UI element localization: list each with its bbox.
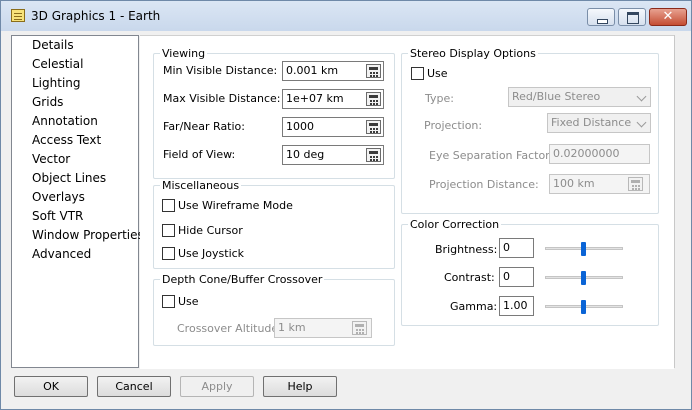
nav-item-object-lines[interactable]: Object Lines (32, 170, 106, 187)
joystick-checkbox[interactable] (162, 247, 175, 260)
depth-use-label: Use (178, 295, 199, 308)
nav-item-access-text[interactable]: Access Text (32, 132, 101, 149)
miscellaneous-legend: Miscellaneous (162, 179, 240, 192)
calculator-icon[interactable] (352, 321, 367, 335)
depth-cone-legend: Depth Cone/Buffer Crossover (162, 273, 323, 286)
field-of-view-label: Field of View: (163, 148, 236, 161)
stereo-use-label: Use (427, 67, 448, 80)
dialog-window: 3D Graphics 1 - Earth ✕ Details Celestia… (0, 0, 692, 410)
maximize-button[interactable] (618, 8, 646, 26)
crossover-altitude-label: Crossover Altitude: (177, 322, 282, 335)
nav-item-details[interactable]: Details (32, 37, 74, 54)
minimize-button[interactable] (587, 8, 615, 26)
chevron-down-icon (636, 91, 647, 102)
close-icon: ✕ (662, 9, 674, 24)
ok-button[interactable]: OK (14, 376, 88, 397)
projection-select[interactable]: Fixed Distance (547, 113, 651, 133)
wireframe-checkbox[interactable] (162, 199, 175, 212)
depth-use-checkbox[interactable] (162, 295, 175, 308)
hide-cursor-checkbox[interactable] (162, 224, 175, 237)
min-distance-label: Min Visible Distance: (163, 64, 278, 77)
wireframe-label: Use Wireframe Mode (178, 199, 293, 212)
joystick-label: Use Joystick (178, 247, 245, 260)
help-button[interactable]: Help (263, 376, 337, 397)
eye-separation-label: Eye Separation Factor: (429, 149, 554, 162)
gamma-slider-thumb[interactable] (581, 300, 586, 314)
nav-item-advanced[interactable]: Advanced (32, 246, 91, 263)
projection-distance-label: Projection Distance: (429, 178, 539, 191)
contrast-label: Contrast: (444, 271, 495, 284)
nav-item-celestial[interactable]: Celestial (32, 56, 83, 73)
hide-cursor-label: Hide Cursor (178, 224, 243, 237)
calculator-icon[interactable] (366, 64, 381, 78)
brightness-label: Brightness: (435, 243, 498, 256)
chevron-down-icon (636, 117, 647, 128)
gamma-label: Gamma: (450, 300, 498, 313)
calculator-icon[interactable] (366, 120, 381, 134)
color-correction-legend: Color Correction (410, 218, 500, 231)
close-button[interactable]: ✕ (649, 8, 687, 26)
nav-item-soft-vtr[interactable]: Soft VTR (32, 208, 83, 225)
nav-item-annotation[interactable]: Annotation (32, 113, 98, 130)
category-list[interactable]: Details Celestial Lighting Grids Annotat… (11, 35, 144, 368)
max-distance-label: Max Visible Distance: (163, 92, 281, 105)
contrast-slider-thumb[interactable] (581, 271, 586, 285)
nav-item-grids[interactable]: Grids (32, 94, 63, 111)
vertical-scrollbar[interactable] (674, 35, 683, 368)
apply-button[interactable]: Apply (180, 376, 254, 397)
stereo-type-label: Type: (425, 92, 454, 105)
app-icon (11, 9, 25, 22)
stereo-legend: Stereo Display Options (410, 47, 536, 60)
calculator-icon[interactable] (366, 148, 381, 162)
content-panel: Viewing Min Visible Distance: 0.001 km M… (140, 35, 674, 369)
stereo-use-checkbox[interactable] (411, 67, 424, 80)
eye-separation-input[interactable]: 0.02000000 (549, 144, 650, 164)
brightness-input[interactable]: 0 (499, 238, 534, 258)
far-near-ratio-label: Far/Near Ratio: (163, 120, 245, 133)
nav-item-vector[interactable]: Vector (32, 151, 70, 168)
nav-item-window-properties[interactable]: Window Properties (32, 227, 144, 244)
title-bar[interactable]: 3D Graphics 1 - Earth ✕ (1, 1, 691, 31)
viewing-legend: Viewing (162, 47, 206, 60)
window-title: 3D Graphics 1 - Earth (31, 9, 161, 23)
brightness-slider-thumb[interactable] (581, 242, 586, 256)
calculator-icon[interactable] (366, 92, 381, 106)
cancel-button[interactable]: Cancel (97, 376, 171, 397)
nav-item-overlays[interactable]: Overlays (32, 189, 85, 206)
gamma-input[interactable]: 1.00 (499, 296, 534, 316)
stereo-type-select[interactable]: Red/Blue Stereo (508, 87, 651, 107)
contrast-input[interactable]: 0 (499, 267, 534, 287)
calculator-icon[interactable] (628, 177, 643, 191)
projection-label: Projection: (424, 119, 483, 132)
nav-item-lighting[interactable]: Lighting (32, 75, 81, 92)
